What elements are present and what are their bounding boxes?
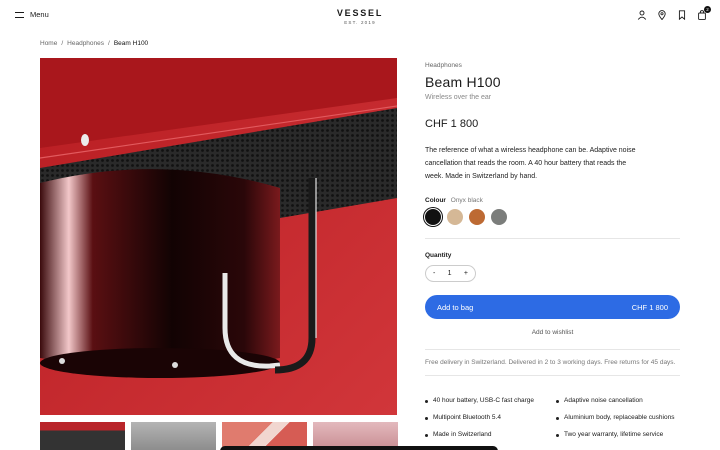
- breadcrumb-home[interactable]: Home: [40, 40, 57, 47]
- feature-item: Adaptive noise cancellation: [556, 396, 680, 406]
- add-to-bag-label: Add to bag: [437, 302, 474, 312]
- breadcrumb-separator: /: [108, 40, 110, 47]
- account-icon[interactable]: [637, 10, 647, 20]
- add-to-bag-button[interactable]: Add to bag CHF 1 800: [425, 295, 680, 319]
- product-subtitle: Wireless over the ear: [425, 94, 492, 101]
- quantity-decrement-button[interactable]: -: [433, 270, 435, 277]
- feature-item: Two year warranty, lifetime service: [556, 430, 680, 440]
- colour-label-row: Colour Onyx black: [425, 197, 680, 204]
- feature-item: Aluminium body, replaceable cushions: [556, 413, 680, 423]
- bullet-icon: [425, 417, 428, 420]
- quantity-increment-button[interactable]: +: [464, 270, 468, 277]
- bag-icon[interactable]: 2: [697, 6, 711, 20]
- product-description: The reference of what a wireless headpho…: [425, 147, 636, 180]
- product-category[interactable]: Headphones: [425, 62, 680, 69]
- swatch-grey[interactable]: [491, 209, 507, 225]
- feature-text: Adaptive noise cancellation: [564, 397, 643, 404]
- headphone-illustration: [40, 58, 397, 415]
- feature-text: Made in Switzerland: [433, 431, 492, 438]
- feature-text: Multipoint Bluetooth 5.4: [433, 414, 501, 421]
- feature-item: 40 hour battery, USB-C fast charge: [425, 396, 556, 406]
- colour-label: Colour: [425, 197, 446, 204]
- feature-list: 40 hour battery, USB-C fast charge Adapt…: [425, 396, 680, 440]
- logo-tagline: EST. 2019: [344, 20, 376, 25]
- bullet-icon: [425, 434, 428, 437]
- breadcrumb: Home / Headphones / Beam H100: [40, 40, 148, 47]
- thumbnail-2[interactable]: [131, 422, 216, 450]
- quantity-value[interactable]: 1: [448, 270, 452, 277]
- thumbnail-1[interactable]: [40, 422, 125, 450]
- divider: [425, 349, 680, 350]
- bookmark-icon[interactable]: [677, 10, 687, 20]
- breadcrumb-headphones[interactable]: Headphones: [67, 40, 104, 47]
- swatch-sand[interactable]: [447, 209, 463, 225]
- product-hero-image[interactable]: [40, 58, 397, 415]
- feature-item: Multipoint Bluetooth 5.4: [425, 413, 556, 423]
- divider: [425, 375, 680, 376]
- divider: [425, 238, 680, 239]
- breadcrumb-current: Beam H100: [113, 40, 149, 47]
- product-title: Beam H100: [425, 74, 501, 90]
- logo-name: VESSEL: [336, 8, 384, 18]
- feature-text: 40 hour battery, USB-C fast charge: [433, 397, 535, 404]
- product-info: Headphones Beam H100 Wireless over the e…: [425, 62, 680, 440]
- swatch-onyx-black[interactable]: [425, 209, 441, 225]
- product-price: CHF 1 800: [425, 118, 479, 130]
- quantity-label: Quantity: [425, 252, 452, 259]
- feature-item: Made in Switzerland: [425, 430, 556, 440]
- bullet-icon: [425, 400, 428, 403]
- add-to-wishlist-link[interactable]: Add to wishlist: [425, 329, 680, 336]
- colour-selected: Onyx black: [450, 197, 483, 204]
- bullet-icon: [556, 400, 559, 403]
- colour-swatches: [425, 209, 680, 225]
- location-pin-icon[interactable]: [657, 10, 667, 20]
- breadcrumb-separator: /: [61, 40, 64, 47]
- add-to-bag-price: CHF 1 800: [631, 302, 668, 312]
- bullet-icon: [556, 417, 559, 420]
- bullet-icon: [556, 434, 559, 437]
- logo[interactable]: VESSEL EST. 2019: [0, 8, 720, 25]
- floating-bar[interactable]: [220, 446, 498, 450]
- swatch-copper[interactable]: [469, 209, 485, 225]
- top-bar: Menu VESSEL EST. 2019 2: [0, 0, 720, 32]
- quantity-stepper: - 1 +: [425, 265, 476, 282]
- feature-text: Two year warranty, lifetime service: [564, 431, 664, 438]
- feature-text: Aluminium body, replaceable cushions: [564, 414, 675, 421]
- delivery-info: Free delivery in Switzerland. Delivered …: [425, 359, 676, 366]
- cart-count-badge: 2: [704, 6, 711, 13]
